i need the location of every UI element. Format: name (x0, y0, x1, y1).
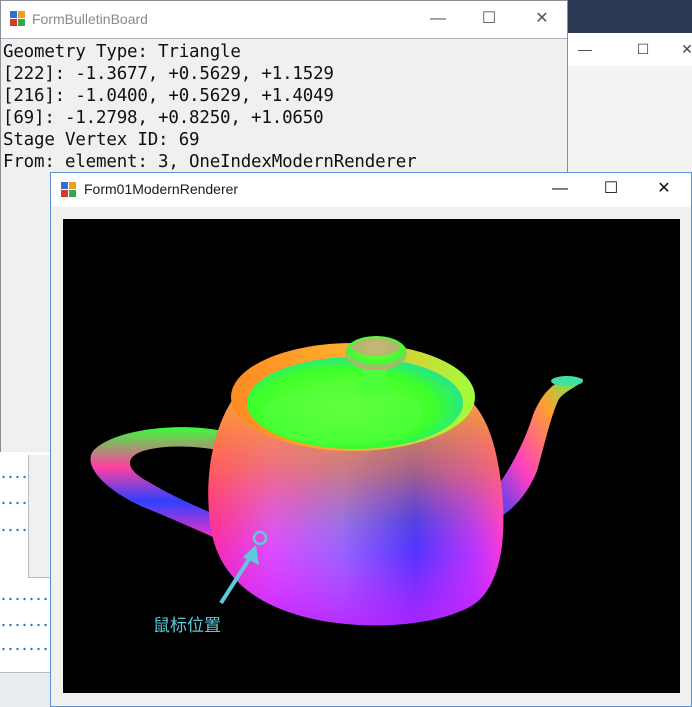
modern-renderer-window: Form01ModernRenderer — ☐ ✕ 鼠标位置 (50, 172, 692, 707)
log-line-vertex-216: [216]: -1.0400, +0.5629, +1.4049 (3, 86, 334, 106)
bulletin-titlebar[interactable]: FormBulletinBoard — ☐ ✕ (1, 1, 567, 38)
bulletin-maximize-button[interactable]: ☐ (474, 9, 504, 29)
log-line-vertex-69: [69]: -1.2798, +0.8250, +1.0650 (3, 108, 324, 128)
background-minimize-button[interactable]: — (573, 39, 597, 59)
log-line-stage-vertex-id: Stage Vertex ID: 69 (3, 130, 200, 150)
renderer-minimize-button[interactable]: — (545, 179, 575, 199)
teapot-spout-tip (551, 376, 583, 386)
dotted-row (0, 597, 50, 601)
log-line-source-element: From: element: 3, OneIndexModernRenderer (3, 152, 417, 172)
bulletin-minimize-button[interactable]: — (423, 9, 453, 29)
form-app-icon (10, 11, 26, 27)
bulletin-close-button[interactable]: ✕ (527, 9, 557, 29)
render-canvas[interactable]: 鼠标位置 (63, 219, 680, 693)
bulletin-window-title: FormBulletinBoard (32, 11, 148, 27)
teapot-knob-top (352, 338, 400, 356)
renderer-titlebar[interactable]: Form01ModernRenderer — ☐ ✕ (51, 173, 691, 207)
renderer-maximize-button[interactable]: ☐ (596, 179, 626, 199)
form-app-icon (61, 182, 77, 198)
teapot-lid-highlight (263, 385, 423, 445)
renderer-window-title: Form01ModernRenderer (84, 181, 239, 197)
background-window-titlebar: — ☐ ✕ (567, 33, 692, 66)
log-line-geometry-type: Geometry Type: Triangle (3, 42, 241, 62)
background-maximize-button[interactable]: ☐ (631, 39, 655, 59)
log-line-vertex-222: [222]: -1.3677, +0.5629, +1.1529 (3, 64, 334, 84)
background-close-button[interactable]: ✕ (675, 39, 692, 59)
teapot-spout (491, 377, 583, 519)
mouse-position-label: 鼠标位置 (153, 616, 221, 635)
renderer-close-button[interactable]: ✕ (649, 179, 679, 199)
dotted-row (0, 623, 50, 627)
dotted-row (0, 647, 50, 651)
background-app-strip (568, 0, 692, 33)
teapot-handle (90, 427, 225, 541)
